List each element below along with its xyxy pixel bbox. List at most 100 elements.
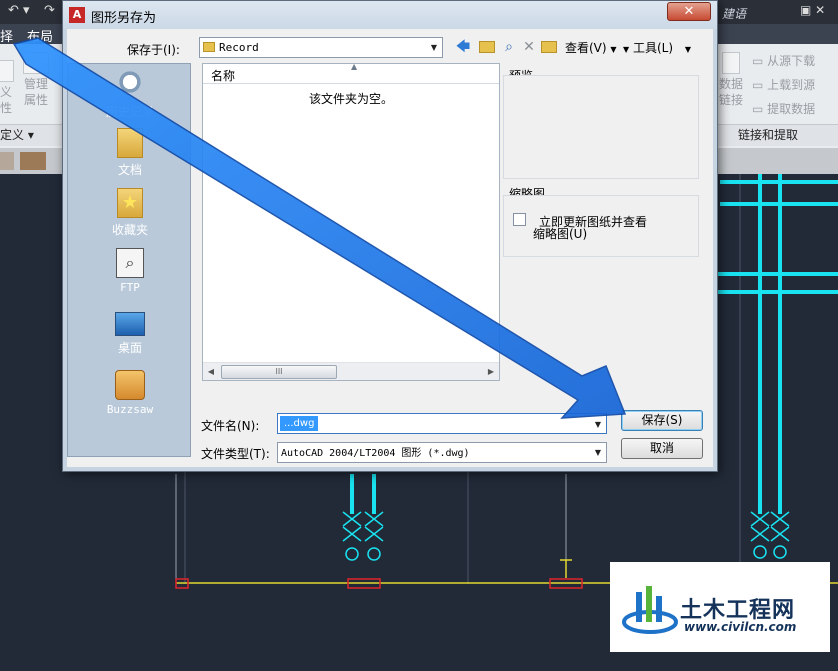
place-label: 文档 (117, 163, 142, 177)
watermark-url: www.civilcn.com (684, 620, 797, 634)
cad-yellow-tee (560, 559, 572, 578)
new-folder-icon[interactable] (539, 37, 559, 57)
filetype-dropdown[interactable]: AutoCAD 2004/LT2004 图形 (*.dwg) ▼ (277, 442, 607, 463)
places-bar: 历史记录 文档 ★ 收藏夹 ⌕ FTP 桌面 Buzzsaw (67, 63, 191, 457)
chevron-down-icon: ▼ (610, 45, 617, 54)
upload-icon: ▭ (752, 78, 768, 92)
dialog-titlebar[interactable]: A 图形另存为 ✕ (63, 1, 717, 29)
place-desktop[interactable]: 桌面 (68, 312, 192, 356)
documents-folder-icon (117, 128, 143, 158)
ribbon-tool-manage-attributes[interactable]: 管理 属性 (20, 52, 52, 108)
ribbon-tool-download-from-source[interactable]: ▭ 从源下载 (752, 53, 815, 69)
file-list-header: 名称 ▲ (203, 62, 499, 84)
save-in-label: 保存于(I): (127, 43, 180, 57)
up-folder-shape (479, 41, 495, 53)
close-button[interactable]: ✕ (667, 2, 711, 21)
ribbon-tool-define[interactable]: 义 性 (0, 60, 18, 116)
save-button[interactable]: 保存(S) (621, 410, 703, 431)
tools-menu[interactable]: ▼ 工具(L) ▼ (623, 39, 691, 56)
up-folder-icon[interactable] (477, 37, 497, 57)
place-label: 桌面 (117, 341, 142, 355)
place-label: 收藏夹 (111, 223, 148, 237)
place-history[interactable]: 历史记录 (68, 70, 192, 120)
panel-title-block-definition[interactable]: 定义 ▾ (0, 125, 34, 145)
ribbon-tool-label: 从源下载 (767, 54, 816, 68)
file-tab-thumbnail[interactable] (20, 152, 46, 170)
save-in-dropdown[interactable]: Record ▼ (199, 37, 443, 58)
manage-attributes-icon (23, 52, 49, 74)
place-label: 历史记录 (105, 105, 154, 119)
ribbon-tool-label: 性 (0, 101, 12, 115)
extract-data-icon: ▭ (752, 102, 768, 116)
back-arrow-icon[interactable]: 🡄 (453, 37, 473, 57)
menu-item-layout[interactable]: 布局 (27, 26, 53, 45)
data-link-icon (722, 52, 740, 74)
favorites-folder-icon: ★ (117, 188, 143, 218)
ribbon-tool-extract-data[interactable]: ▭ 提取数据 (752, 101, 815, 117)
view-menu-label: 查看(V) (565, 41, 607, 55)
ribbon-tool-data-link[interactable]: 数据 链接 (718, 52, 744, 108)
dialog-title: 图形另存为 (91, 11, 157, 26)
file-tab-thumbnail[interactable] (0, 152, 14, 170)
download-icon: ▭ (752, 54, 768, 68)
scrollbar-thumb[interactable]: III (221, 365, 337, 379)
filetype-value: AutoCAD 2004/LT2004 图形 (*.dwg) (281, 448, 470, 459)
delete-icon[interactable]: ✕ (519, 37, 539, 57)
place-label: Buzzsaw (106, 403, 154, 416)
place-documents[interactable]: 文档 (68, 128, 192, 178)
update-thumbnail-checkbox[interactable] (513, 213, 526, 226)
column-header-name[interactable]: 名称 (211, 67, 235, 84)
empty-folder-message: 该文件夹为空。 (308, 92, 393, 106)
place-favorites[interactable]: ★ 收藏夹 (68, 188, 192, 238)
ribbon-tool-label: 提取数据 (767, 102, 816, 116)
autocad-app-icon: A (69, 7, 85, 23)
view-menu[interactable]: 查看(V) ▼ (565, 39, 617, 56)
filetype-label: 文件类型(T): (201, 447, 270, 461)
window-controls[interactable]: ▣ ✕ (800, 3, 825, 17)
menu-item-select[interactable]: 择 (0, 26, 13, 45)
ribbon-tool-label: 属性 (23, 93, 48, 107)
chevron-down-icon[interactable]: ▼ (590, 415, 606, 434)
filename-label: 文件名(N): (201, 419, 260, 433)
search-hint: 建语 (722, 7, 747, 21)
search-web-icon[interactable]: ⌕ (499, 37, 519, 57)
save-as-dialog: A 图形另存为 ✕ 保存于(I): Record ▼ 🡄 ⌕ ✕ 查看(V) ▼… (62, 0, 718, 472)
scroll-right-icon[interactable]: ▶ (485, 365, 497, 379)
buzzsaw-icon (115, 370, 145, 400)
update-thumbnail-label-line2[interactable]: 缩略图(U) (533, 225, 587, 242)
dialog-body: 保存于(I): Record ▼ 🡄 ⌕ ✕ 查看(V) ▼ ▼ 工具(L) ▼… (67, 29, 713, 467)
ribbon-tool-label: 上载到源 (767, 78, 816, 92)
save-in-value: Record (219, 41, 259, 54)
quick-access-redo-icon[interactable]: ↷ (44, 3, 55, 18)
horizontal-scrollbar[interactable]: ◀ III ▶ (203, 362, 499, 380)
file-list[interactable]: 名称 ▲ 该文件夹为空。 ◀ III ▶ (202, 62, 500, 381)
civilcn-logo-icon (622, 586, 678, 634)
site-watermark: 土木工程网 www.civilcn.com (610, 562, 830, 652)
cancel-button[interactable]: 取消 (621, 438, 703, 459)
chevron-down-icon: ▼ (623, 45, 630, 54)
chevron-down-icon: ▼ (684, 45, 692, 54)
chevron-down-icon: ▼ (430, 43, 438, 52)
tools-menu-label: 工具(L) (632, 41, 674, 55)
cad-wall-outline (175, 474, 567, 584)
desktop-icon (115, 312, 145, 336)
scroll-left-icon[interactable]: ◀ (205, 365, 217, 379)
ribbon-tool-label: 义 (0, 85, 12, 99)
history-icon (115, 70, 145, 100)
quick-access-undo-icon[interactable]: ↶ ▾ (8, 3, 30, 18)
ribbon-tool-label: 数据 (718, 77, 743, 91)
sort-ascending-icon: ▲ (351, 62, 358, 71)
ribbon-tool-upload-to-source[interactable]: ▭ 上载到源 (752, 77, 815, 93)
new-folder-shape (541, 41, 557, 53)
ribbon-tool-label: 链接 (718, 93, 743, 107)
panel-title-link-extract[interactable]: 链接和提取 (738, 125, 798, 145)
place-ftp[interactable]: ⌕ FTP (68, 248, 192, 294)
place-label: FTP (120, 281, 140, 294)
filename-input[interactable]: ...dwg ▼ (277, 413, 607, 434)
place-buzzsaw[interactable]: Buzzsaw (68, 370, 192, 416)
preview-box (503, 75, 699, 179)
folder-icon (203, 42, 215, 52)
ribbon-tool-label: 管理 (23, 77, 48, 91)
define-icon (0, 60, 14, 82)
filename-value: ...dwg (280, 416, 319, 431)
